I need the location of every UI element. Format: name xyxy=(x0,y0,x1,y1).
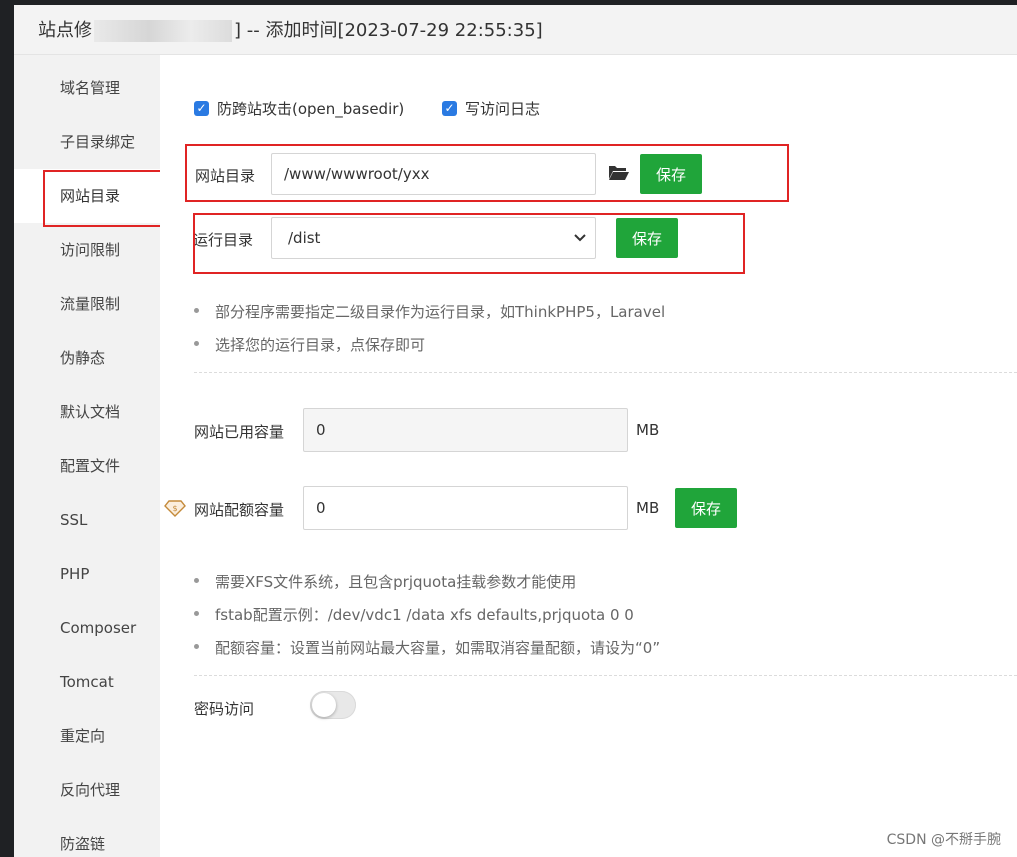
run-dir-tip: 部分程序需要指定二级目录作为运行目录，如ThinkPHP5，Laravel xyxy=(194,301,665,322)
access-log-label: 写访问日志 xyxy=(465,100,541,118)
sidebar-item-config-file[interactable]: 配置文件 xyxy=(14,439,160,493)
quota-used-label: 网站已用容量 xyxy=(194,423,285,441)
check-icon: ✓ xyxy=(194,101,209,116)
sidebar-item-domain[interactable]: 域名管理 xyxy=(14,61,160,115)
window-title-suffix: ] -- 添加时间[2023-07-29 22:55:35] xyxy=(234,20,543,41)
sidebar-item-composer[interactable]: Composer xyxy=(14,601,160,655)
anti-xss-label: 防跨站攻击(open_basedir) xyxy=(217,100,405,118)
quota-limit-input[interactable]: 0 xyxy=(303,486,628,530)
section-divider xyxy=(194,372,1017,373)
quota-limit-label: 网站配额容量 xyxy=(194,501,285,519)
quota-used-input: 0 xyxy=(303,408,628,452)
site-settings-window: 站点修 ] -- 添加时间[2023-07-29 22:55:35] 域名管理 子… xyxy=(14,5,1017,857)
tip-text: 需要XFS文件系统，且包含prjquota挂载参数才能使用 xyxy=(215,573,577,591)
bullet-dot xyxy=(194,611,199,616)
vip-diamond-icon: $ xyxy=(163,499,187,517)
window-title: 站点修 ] -- 添加时间[2023-07-29 22:55:35] xyxy=(38,16,543,42)
sidebar-item-rewrite[interactable]: 伪静态 xyxy=(14,331,160,385)
redacted-site-name xyxy=(94,20,232,42)
sidebar-item-hotlink-protection[interactable]: 防盗链 xyxy=(14,817,160,857)
password-access-toggle[interactable] xyxy=(310,691,356,719)
bullet-dot xyxy=(194,308,199,313)
bullet-dot xyxy=(194,644,199,649)
sidebar-item-php[interactable]: PHP xyxy=(14,547,160,601)
run-dir-highlight-box xyxy=(193,213,745,274)
tip-text: 选择您的运行目录，点保存即可 xyxy=(215,336,426,354)
sidebar-item-reverse-proxy[interactable]: 反向代理 xyxy=(14,763,160,817)
sidebar-item-default-doc[interactable]: 默认文档 xyxy=(14,385,160,439)
bullet-dot xyxy=(194,578,199,583)
quota-limit-unit: MB xyxy=(636,499,660,517)
quota-save-button[interactable]: 保存 xyxy=(675,488,737,528)
sidebar-item-ssl[interactable]: SSL xyxy=(14,493,160,547)
svg-text:$: $ xyxy=(172,504,177,513)
quota-tip: fstab配置示例：/dev/vdc1 /data xfs defaults,p… xyxy=(194,604,634,625)
sidebar-item-subdir-binding[interactable]: 子目录绑定 xyxy=(14,115,160,169)
sidebar-item-redirect[interactable]: 重定向 xyxy=(14,709,160,763)
section-divider xyxy=(194,675,1017,676)
run-dir-tip: 选择您的运行目录，点保存即可 xyxy=(194,334,425,355)
tip-text: 部分程序需要指定二级目录作为运行目录，如ThinkPHP5，Laravel xyxy=(215,303,666,321)
site-dir-highlight-box xyxy=(185,144,789,202)
quota-tip: 配额容量：设置当前网站最大容量，如需取消容量配额，请设为“0” xyxy=(194,637,660,658)
sidebar-item-tomcat[interactable]: Tomcat xyxy=(14,655,160,709)
toggle-knob xyxy=(312,693,336,717)
access-log-checkbox[interactable]: ✓ 写访问日志 xyxy=(442,98,540,119)
window-title-prefix: 站点修 xyxy=(38,20,92,41)
sidebar-item-traffic-limit[interactable]: 流量限制 xyxy=(14,277,160,331)
quota-tip: 需要XFS文件系统，且包含prjquota挂载参数才能使用 xyxy=(194,571,576,592)
quota-used-unit: MB xyxy=(636,421,660,439)
bullet-dot xyxy=(194,341,199,346)
watermark: CSDN @不掰手腕 xyxy=(886,832,1001,848)
anti-xss-checkbox[interactable]: ✓ 防跨站攻击(open_basedir) xyxy=(194,98,404,119)
password-access-label: 密码访问 xyxy=(194,700,255,718)
tip-text: 配额容量：设置当前网站最大容量，如需取消容量配额，请设为“0” xyxy=(215,639,661,657)
sidebar-item-access-limit[interactable]: 访问限制 xyxy=(14,223,160,277)
tip-text: fstab配置示例：/dev/vdc1 /data xfs defaults,p… xyxy=(215,606,634,624)
sidebar-highlight-box xyxy=(43,170,173,227)
title-bar: 站点修 ] -- 添加时间[2023-07-29 22:55:35] xyxy=(14,5,1017,55)
check-icon: ✓ xyxy=(442,101,457,116)
